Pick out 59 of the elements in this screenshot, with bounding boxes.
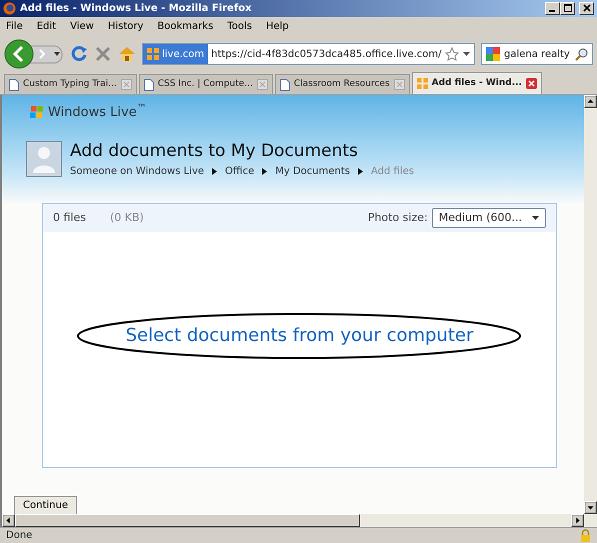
continue-button[interactable]: Continue xyxy=(14,496,77,514)
address-bar[interactable]: live.com https://cid-4f83dc0573dca485.office.live.com/ xyxy=(142,43,475,65)
scroll-down-button[interactable] xyxy=(584,501,597,514)
menu-item[interactable]: File xyxy=(6,18,23,34)
scroll-right-button[interactable] xyxy=(571,514,584,527)
page-icon xyxy=(9,78,19,90)
search-icon[interactable] xyxy=(575,48,588,60)
breadcrumb-arrow-icon xyxy=(262,168,268,175)
browser-tab[interactable]: Add files - Wind... xyxy=(412,72,542,94)
scrollbar-thumb[interactable] xyxy=(15,514,360,527)
scroll-up-button[interactable] xyxy=(584,95,597,108)
url-text: https://cid-4f83dc0573dca485.office.live.com/ xyxy=(210,48,443,62)
browser-tab[interactable]: Classroom Resources xyxy=(274,74,410,94)
photo-size-dropdown[interactable]: Medium (600... xyxy=(432,208,546,228)
site-icon xyxy=(147,48,159,60)
close-icon xyxy=(582,4,590,12)
firefox-icon xyxy=(3,2,16,15)
page-icon xyxy=(144,78,154,90)
breadcrumb-link[interactable]: Someone on Windows Live xyxy=(70,164,204,179)
breadcrumb-arrow-icon xyxy=(212,168,218,175)
browser-tab[interactable]: CSS Inc. | Compute... xyxy=(138,74,273,94)
home-icon[interactable] xyxy=(118,45,136,63)
brand-name: Windows Live$^{™}$ xyxy=(48,103,146,122)
search-text: galena realty xyxy=(504,48,571,62)
browser-tab[interactable]: Custom Typing Trai... xyxy=(4,74,137,94)
page-icon xyxy=(280,78,290,90)
file-count: 0 files xyxy=(53,210,86,226)
page-heading: Add documents to My Documents xyxy=(70,140,359,162)
status-text: Done xyxy=(6,529,32,543)
breadcrumb-arrow-icon xyxy=(358,168,363,175)
menu-item[interactable]: Help xyxy=(266,18,289,34)
scroll-left-button[interactable] xyxy=(2,514,15,527)
minimize-button[interactable] xyxy=(545,2,560,15)
reload-icon[interactable] xyxy=(70,45,88,63)
window-title: Add files - Windows Live - Mozilla Firefox xyxy=(20,2,252,16)
menu-item[interactable]: History xyxy=(108,18,144,34)
star-icon[interactable] xyxy=(445,47,459,61)
close-button[interactable] xyxy=(579,2,594,15)
menu-item[interactable]: Bookmarks xyxy=(157,18,214,34)
maximize-icon xyxy=(564,4,572,12)
menu-item[interactable]: Tools xyxy=(227,18,252,34)
site-icon xyxy=(416,78,428,89)
user-icon xyxy=(26,140,62,177)
breadcrumb-current: Add files xyxy=(370,165,414,179)
photo-size-label: Photo size: xyxy=(368,210,428,226)
windows-logo-icon xyxy=(30,106,44,120)
search-field[interactable]: galena realty xyxy=(481,43,593,65)
site-identity: live.com xyxy=(162,48,204,62)
maximize-button[interactable] xyxy=(560,2,575,15)
breadcrumb-link[interactable]: My Documents xyxy=(275,164,350,179)
back-button[interactable] xyxy=(4,39,64,69)
menu-item[interactable]: View xyxy=(70,18,94,34)
file-size: (0 KB) xyxy=(110,210,144,226)
lock-icon xyxy=(580,529,591,542)
breadcrumb-link[interactable]: Office xyxy=(225,164,254,179)
dropdown-icon[interactable] xyxy=(463,52,470,56)
caret-icon xyxy=(532,216,539,220)
tab-close-button[interactable] xyxy=(526,78,537,89)
menu-item[interactable]: Edit xyxy=(36,18,56,34)
